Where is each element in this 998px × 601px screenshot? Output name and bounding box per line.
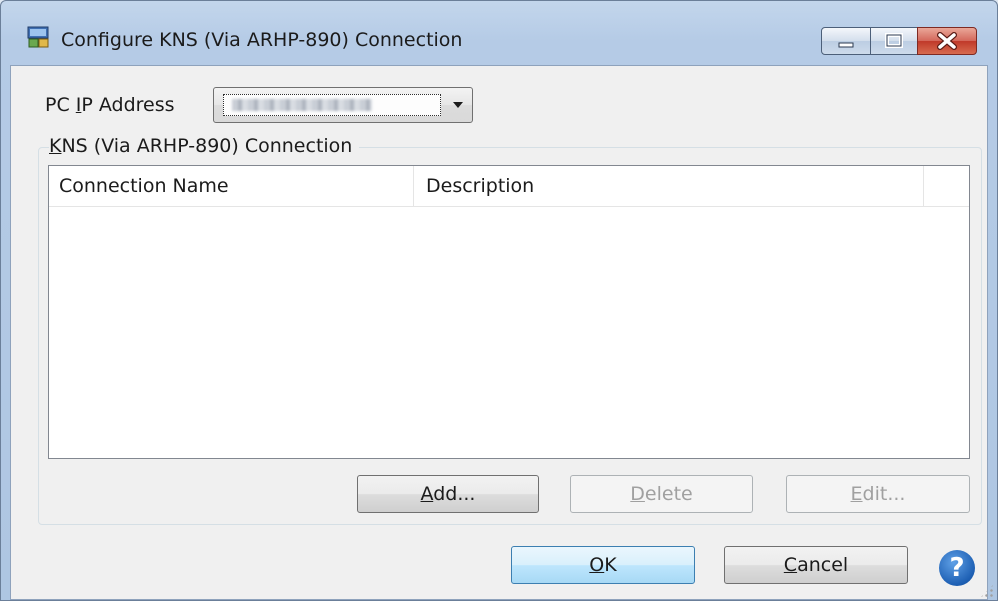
- pc-ip-address-value: [223, 94, 441, 116]
- chevron-down-icon: [453, 102, 463, 108]
- close-icon: [937, 32, 957, 50]
- kns-connection-group-title: KNS (Via ARHP-890) Connection: [49, 135, 360, 157]
- network-connection-icon: [27, 26, 49, 48]
- help-icon[interactable]: ?: [939, 550, 975, 586]
- edit-button[interactable]: Edit...: [786, 475, 970, 513]
- redacted-ip-value: [232, 99, 372, 111]
- maximize-icon: [885, 33, 903, 48]
- close-button[interactable]: [917, 27, 977, 55]
- dialog-window: Configure KNS (Via ARHP-890) Connection: [0, 0, 998, 601]
- delete-button[interactable]: Delete: [570, 475, 753, 513]
- pc-ip-address-label: PC IP Address: [45, 94, 175, 116]
- column-header-connection-name[interactable]: Connection Name: [49, 166, 414, 206]
- add-button[interactable]: Add...: [357, 475, 539, 513]
- column-header-filler: [924, 166, 964, 206]
- column-header-description[interactable]: Description: [414, 166, 924, 206]
- title-bar[interactable]: Configure KNS (Via ARHP-890) Connection: [1, 1, 997, 57]
- minimize-button[interactable]: [821, 27, 871, 55]
- cancel-button[interactable]: Cancel: [724, 546, 908, 584]
- maximize-button[interactable]: [870, 27, 918, 55]
- window-controls: [821, 27, 977, 55]
- window-title: Configure KNS (Via ARHP-890) Connection: [61, 29, 463, 51]
- ok-button[interactable]: OK: [511, 546, 695, 584]
- connection-list-header: Connection Name Description: [49, 166, 969, 207]
- pc-ip-address-select[interactable]: [213, 87, 473, 123]
- minimize-icon: [838, 42, 854, 48]
- connection-list[interactable]: Connection Name Description: [48, 165, 970, 459]
